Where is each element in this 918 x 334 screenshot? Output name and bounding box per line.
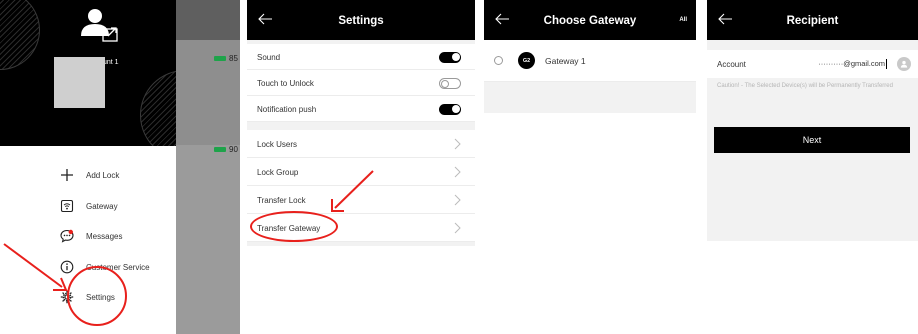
text-caret: [886, 59, 887, 70]
profile-edit-icon[interactable]: [80, 5, 120, 48]
recipient-screen: Recipient Account ··········@gmail.com C…: [707, 0, 918, 334]
plus-icon: [60, 168, 74, 182]
settings-row-sound[interactable]: Sound: [247, 44, 475, 70]
chevron-right-icon: [454, 221, 461, 239]
annotation-arrow: [331, 170, 374, 212]
battery-level: 90: [229, 145, 238, 154]
decorative-circle: [140, 70, 176, 146]
menu-item-label: Add Lock: [86, 170, 120, 180]
page-title: Choose Gateway: [543, 15, 637, 27]
toggle-knob: [452, 53, 460, 61]
settings-row-touch-to-unlock[interactable]: Touch to Unlock: [247, 70, 475, 96]
row-label: Lock Group: [257, 168, 299, 177]
sound-toggle[interactable]: [439, 52, 461, 63]
menu-item-label: Gateway: [86, 201, 118, 211]
battery-icon: [214, 147, 226, 152]
page-title: Settings: [338, 15, 384, 27]
gateway-icon: [60, 199, 74, 213]
caution-text: Caution! - The Selected Device(s) will b…: [717, 83, 893, 89]
annotation-arrow: [3, 243, 68, 291]
gateway-name: Gateway 1: [545, 56, 586, 66]
row-label: Transfer Lock: [257, 196, 306, 205]
account-name: unt 1: [103, 59, 119, 66]
battery-icon: [214, 56, 226, 61]
row-label: Notification push: [257, 105, 317, 114]
side-drawer: 85 90 unt 1 Add Lock Gateway Messages Cu…: [0, 0, 240, 334]
annotation-ellipse: [250, 211, 338, 242]
toggle-knob: [441, 79, 449, 88]
account-row: Account ··········@gmail.com: [707, 50, 918, 78]
dimmed-list: [176, 145, 240, 334]
contact-picker-icon[interactable]: [897, 57, 911, 71]
dimmed-header: [176, 0, 240, 40]
gateway-badge-icon: G2: [518, 52, 535, 69]
account-input-value: ··········@gmail.com: [818, 59, 885, 68]
top-bar: Settings: [247, 0, 475, 44]
settings-screen: Settings Sound Touch to Unlock Notificat…: [247, 0, 475, 334]
next-button-label: Next: [802, 135, 822, 145]
page-title: Recipient: [786, 15, 839, 27]
top-bar: Recipient: [707, 0, 918, 44]
select-all-button[interactable]: All: [679, 17, 687, 23]
annotation-circle: [67, 266, 127, 326]
radio-button[interactable]: [494, 56, 503, 65]
menu-item-label: Messages: [86, 231, 123, 241]
chevron-right-icon: [454, 137, 461, 155]
row-label: Lock Users: [257, 140, 298, 149]
gateway-badge-text: G2: [522, 57, 531, 64]
settings-row-lock-users[interactable]: Lock Users: [247, 130, 475, 158]
row-label: Touch to Unlock: [257, 79, 314, 88]
toggle-knob: [452, 105, 460, 113]
next-button[interactable]: Next: [714, 127, 910, 153]
row-label: Sound: [257, 53, 281, 62]
touch-to-unlock-toggle[interactable]: [439, 78, 461, 89]
account-input[interactable]: ··········@gmail.com: [807, 57, 887, 71]
chevron-right-icon: [454, 165, 461, 183]
top-bar: Choose Gateway All: [484, 0, 696, 44]
chevron-right-icon: [454, 193, 461, 211]
choose-gateway-screen: Choose Gateway All G2 Gateway 1: [484, 0, 696, 334]
battery-level: 85: [229, 54, 238, 63]
menu-item-gateway[interactable]: Gateway: [60, 198, 118, 214]
account-label: Account: [717, 60, 746, 69]
menu-item-add-lock[interactable]: Add Lock: [60, 167, 119, 183]
settings-row-notification-push[interactable]: Notification push: [247, 96, 475, 122]
notification-push-toggle[interactable]: [439, 104, 461, 115]
gateway-list-item[interactable]: G2 Gateway 1: [484, 40, 696, 82]
avatar-placeholder: [54, 57, 105, 108]
decorative-circle: [0, 0, 40, 70]
